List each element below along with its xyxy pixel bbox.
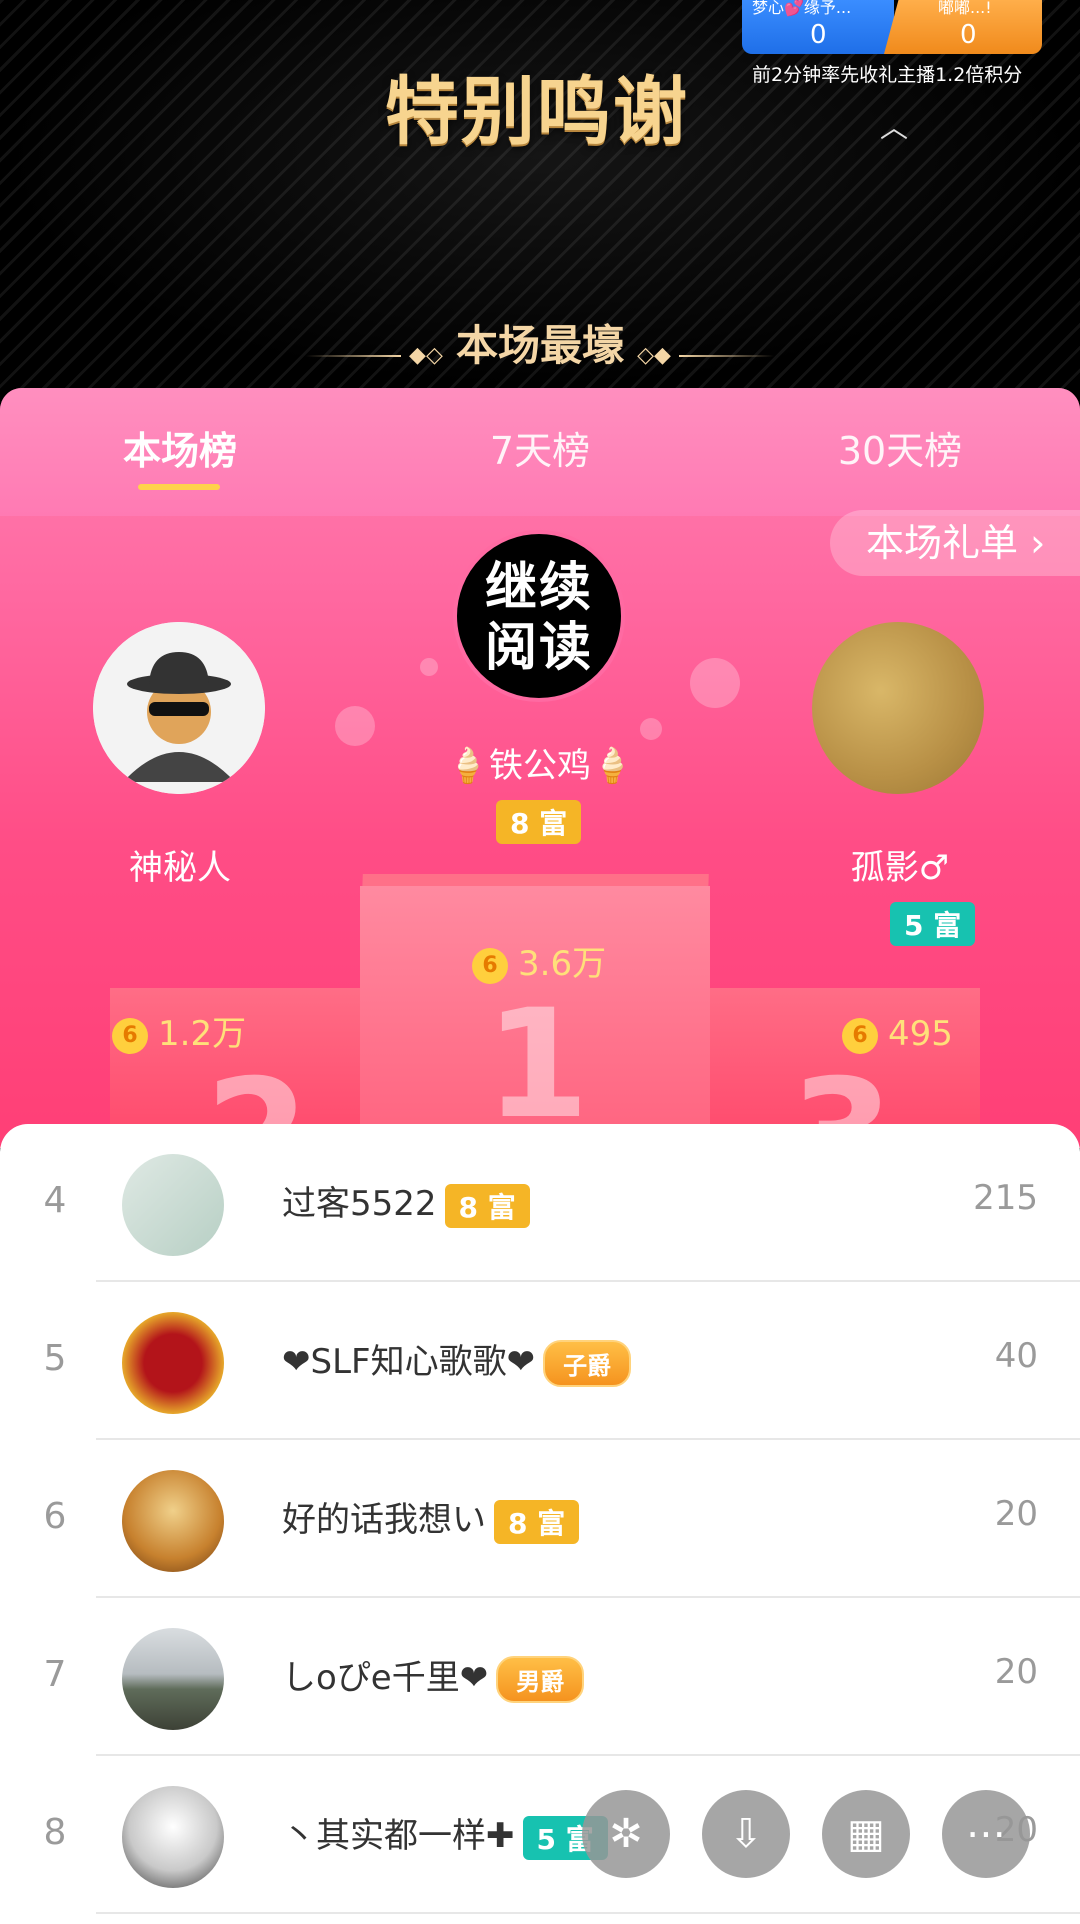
score: 20 — [994, 1494, 1038, 1534]
avatar-first-place[interactable]: 继续 阅读 — [453, 530, 625, 702]
score: 20 — [994, 1652, 1038, 1692]
noble-badge: 子爵 — [543, 1340, 632, 1387]
decor-bubble — [690, 658, 740, 708]
noble-badge: 男爵 — [496, 1656, 585, 1703]
tab-current-show[interactable]: 本场榜 — [30, 420, 330, 475]
rank-number: 4 — [43, 1180, 67, 1221]
score: 215 — [973, 1178, 1038, 1218]
third-place-wealth-badge: 5 富 — [890, 902, 976, 946]
coin-icon: 6 — [472, 947, 508, 984]
coin-icon: 6 — [112, 1017, 148, 1054]
podium-rank-1: 1 — [485, 978, 590, 1148]
tab-7-days[interactable]: 7天榜 — [390, 420, 690, 475]
tab-30-days[interactable]: 30天榜 — [750, 420, 1050, 475]
pk-right-name: 嘟嘟...! — [938, 0, 992, 17]
avatar[interactable] — [122, 1312, 224, 1414]
pk-scoreboard[interactable]: 梦心💕缘予... 嘟嘟...! 0 0 — [742, 0, 1042, 54]
user-name: ❤SLF知心歌歌❤ 子爵 — [282, 1334, 632, 1387]
first-place-amount: 6 3.6万 — [472, 936, 606, 985]
decor-bubble — [640, 718, 662, 740]
pk-right-score: 0 — [960, 20, 977, 50]
coin-icon: 6 — [842, 1017, 878, 1054]
download-icon[interactable]: ⇩ — [702, 1790, 790, 1878]
avatar[interactable] — [122, 1470, 224, 1572]
sparkle-icon[interactable]: ✲ — [582, 1790, 670, 1878]
incognito-avatar-icon — [93, 622, 265, 794]
decor-bubble — [420, 658, 438, 676]
divider — [96, 1912, 1080, 1914]
avatar-third-place[interactable] — [812, 622, 984, 794]
score: 40 — [994, 1336, 1038, 1376]
second-place-amount: 6 1.2万 — [112, 1006, 246, 1055]
avatar-second-place[interactable] — [93, 622, 265, 794]
rank-number: 7 — [43, 1654, 67, 1695]
user-name: しoぴe千里❤ 男爵 — [282, 1650, 585, 1703]
grid-icon[interactable]: ▦ — [822, 1790, 910, 1878]
gift-list-button[interactable]: 本场礼单 › — [830, 510, 1080, 576]
tab-bar: 本场榜 7天榜 30天榜 — [0, 388, 1080, 516]
list-item[interactable]: 4 过客5522 8 富 215 — [0, 1124, 1080, 1282]
pk-left-score: 0 — [810, 20, 827, 50]
avatar[interactable] — [122, 1154, 224, 1256]
decor-bubble — [335, 706, 375, 746]
list-item[interactable]: 5 ❤SLF知心歌歌❤ 子爵 40 — [0, 1282, 1080, 1440]
user-name: 丶其实都一样✚ 5 富 — [282, 1808, 608, 1860]
section-heading: ◆◇ 本场最壕 ◇◆ — [0, 312, 1080, 373]
third-place-name: 孤影♂ — [850, 848, 950, 888]
avatar[interactable] — [122, 1786, 224, 1888]
rank-number: 6 — [43, 1496, 67, 1537]
list-item[interactable]: 7 しoぴe千里❤ 男爵 20 — [0, 1598, 1080, 1756]
second-place-name: 神秘人 — [129, 848, 231, 888]
chevron-up-icon[interactable]: ︿ — [880, 106, 908, 146]
ranking-list: 4 过客5522 8 富 215 5 ❤SLF知心歌歌❤ 子爵 40 6 好的话我想… — [0, 1124, 1080, 1924]
active-tab-indicator — [138, 484, 220, 490]
list-item[interactable]: 8 丶其实都一样✚5 富 20 — [0, 1756, 1080, 1914]
wealth-badge: 8 富 — [494, 1499, 580, 1544]
third-place-amount: 6 495 — [842, 1014, 953, 1054]
pk-left-name: 梦心💕缘予... — [752, 0, 852, 17]
more-icon[interactable]: ⋯ — [942, 1790, 1030, 1878]
rank-number: 5 — [43, 1338, 67, 1379]
user-name: 过客5522 8 富 — [282, 1176, 530, 1228]
leaderboard-panel: 本场榜 7天榜 30天榜 本场礼单 › 1 2 3 神秘人 6 1.2万 继续 阅… — [0, 388, 1080, 1148]
user-name: 好的话我想い 8 富 — [282, 1492, 580, 1544]
list-item[interactable]: 6 好的话我想い 8 富 20 — [0, 1440, 1080, 1598]
avatar[interactable] — [122, 1628, 224, 1730]
wealth-badge: 8 富 — [444, 1183, 530, 1228]
rank-number: 8 — [43, 1812, 67, 1853]
first-place-name: 🍦铁公鸡🍦 — [446, 746, 634, 786]
first-place-wealth-badge: 8 富 — [496, 800, 582, 844]
banner-title: 特别鸣谢 — [385, 69, 689, 155]
section-title: 本场最壕 — [455, 321, 624, 370]
pk-bonus-info: 前2分钟率先收礼主播1.2倍积分 — [752, 64, 1023, 86]
